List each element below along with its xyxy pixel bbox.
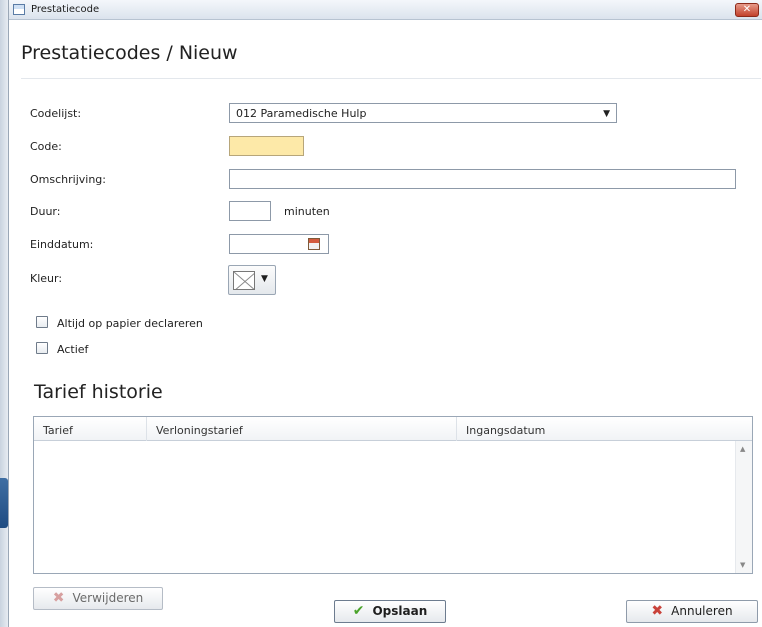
delete-x-icon: ✖ — [52, 590, 65, 606]
column-header-ingangsdatum[interactable]: Ingangsdatum — [457, 417, 752, 441]
codelijst-select[interactable]: 012 Paramedische Hulp ▼ — [229, 103, 617, 123]
codelijst-value: 012 Paramedische Hulp — [236, 107, 367, 120]
omschrijving-input[interactable] — [229, 169, 736, 189]
einddatum-label: Einddatum: — [30, 238, 94, 251]
tarief-historie-table[interactable]: Tarief Verloningstarief Ingangsdatum ▲ ▼ — [33, 416, 753, 574]
duur-input[interactable] — [229, 201, 271, 221]
duur-unit-label: minuten — [284, 205, 330, 218]
opslaan-button[interactable]: ✔ Opslaan — [334, 600, 446, 623]
actief-label: Actief — [57, 343, 89, 356]
papier-declareren-label: Altijd op papier declareren — [57, 317, 203, 330]
verwijderen-button[interactable]: ✖ Verwijderen — [33, 587, 163, 610]
einddatum-date-field[interactable] — [229, 234, 329, 254]
dropdown-arrow-icon: ▼ — [603, 109, 610, 119]
kleur-color-picker[interactable]: ▼ — [228, 265, 276, 295]
annuleren-label: Annuleren — [671, 604, 733, 618]
scroll-up-icon[interactable]: ▲ — [740, 445, 745, 453]
dropdown-arrow-icon: ▼ — [261, 274, 268, 284]
duur-label: Duur: — [30, 205, 61, 218]
tarief-historie-title: Tarief historie — [34, 381, 163, 403]
window-title: Prestatiecode — [31, 4, 100, 15]
annuleren-button[interactable]: ✖ Annuleren — [626, 600, 758, 623]
no-color-swatch-icon — [233, 271, 255, 290]
opslaan-label: Opslaan — [372, 604, 428, 618]
checkmark-icon: ✔ — [352, 603, 365, 619]
actief-checkbox[interactable] — [36, 342, 48, 354]
verwijderen-label: Verwijderen — [72, 591, 144, 605]
omschrijving-label: Omschrijving: — [30, 173, 106, 186]
code-input[interactable] — [229, 136, 304, 156]
table-scrollbar[interactable]: ▲ ▼ — [735, 441, 752, 573]
calendar-icon[interactable] — [308, 238, 320, 250]
background-app-fragment — [0, 478, 8, 528]
papier-declareren-checkbox[interactable] — [36, 316, 48, 328]
close-button[interactable]: ✕ — [735, 3, 759, 17]
cancel-x-icon: ✖ — [651, 603, 664, 619]
kleur-label: Kleur: — [30, 272, 63, 285]
dialog-window: Prestatiecode ✕ Prestatiecodes / Nieuw C… — [8, 0, 762, 627]
codelijst-label: Codelijst: — [30, 107, 82, 120]
column-header-verloningstarief[interactable]: Verloningstarief — [147, 417, 457, 441]
column-header-tarief[interactable]: Tarief — [34, 417, 147, 441]
background-strip — [0, 0, 8, 627]
title-bar: Prestatiecode ✕ — [9, 0, 762, 20]
divider — [21, 78, 761, 79]
scroll-down-icon[interactable]: ▼ — [740, 561, 745, 569]
code-label: Code: — [30, 140, 62, 153]
page-title: Prestatiecodes / Nieuw — [21, 42, 238, 64]
table-header: Tarief Verloningstarief Ingangsdatum — [34, 417, 752, 441]
app-window-icon — [13, 4, 25, 15]
